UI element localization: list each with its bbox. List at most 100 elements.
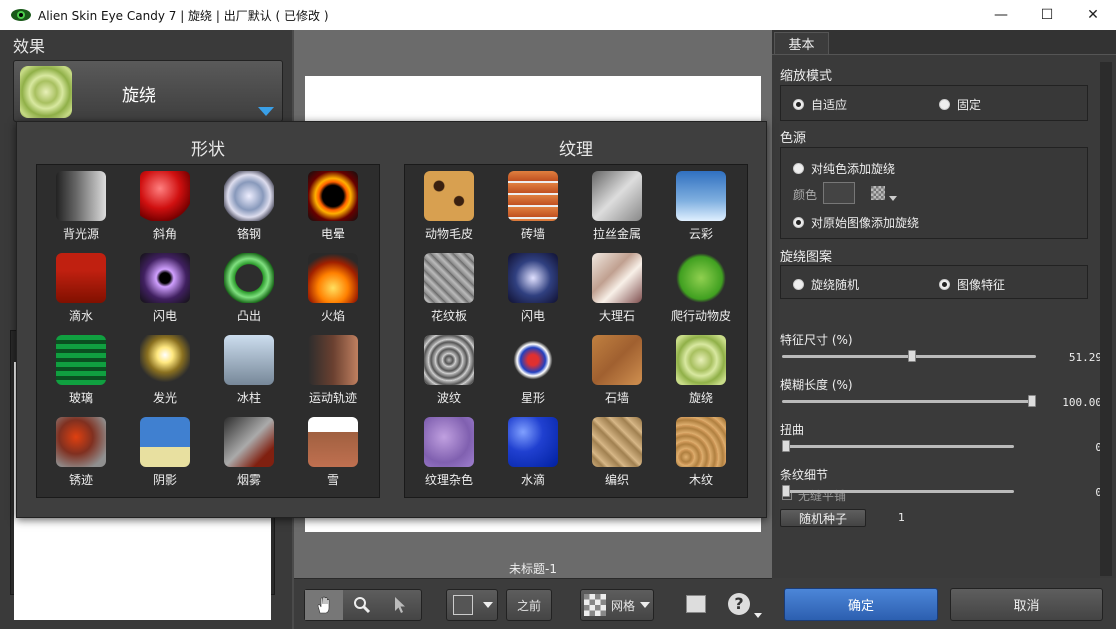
shape-item[interactable]: 发光 (124, 329, 206, 411)
help-chevron-icon[interactable] (754, 613, 762, 618)
texture-item[interactable]: 砖墙 (492, 165, 574, 247)
shape-item[interactable]: 凸出 (208, 247, 290, 329)
chevron-down-icon[interactable] (640, 602, 651, 608)
ok-button[interactable]: 确定 (784, 588, 938, 621)
maximize-button[interactable]: ☐ (1024, 0, 1070, 30)
shape-item[interactable]: 冰柱 (208, 329, 290, 411)
reptile-skin-icon (676, 253, 726, 303)
texture-item[interactable]: 大理石 (576, 247, 658, 329)
chevron-down-icon[interactable] (889, 196, 897, 201)
slider-thumb[interactable] (1028, 395, 1036, 407)
radio-swirl-random[interactable]: 旋绕随机 (793, 276, 859, 293)
radio-fixed[interactable]: 固定 (939, 96, 981, 113)
slider-track[interactable] (782, 445, 1014, 448)
texture-item[interactable]: 纹理杂色 (408, 411, 490, 493)
weave-icon (592, 417, 642, 467)
tab-basic[interactable]: 基本 (774, 32, 829, 54)
radio-dot (793, 99, 804, 110)
zoom-tool-icon[interactable] (343, 590, 381, 620)
chevron-down-icon[interactable] (483, 602, 493, 608)
document-title: 未标题-1 (509, 562, 557, 576)
water-drops-icon (508, 417, 558, 467)
radio-fit[interactable]: 自适应 (793, 96, 847, 113)
shape-item[interactable]: 火焰 (292, 247, 374, 329)
color-swatch[interactable] (823, 182, 855, 204)
texture-item[interactable]: 编织 (576, 411, 658, 493)
random-seed-button[interactable]: 随机种子 (780, 509, 866, 527)
shapes-title: 形状 (191, 140, 225, 160)
animal-fur-icon (424, 171, 474, 221)
texture-item-label: 旋绕 (688, 391, 713, 405)
grid-checker-icon (584, 594, 606, 616)
shape-item[interactable]: 烟雾 (208, 411, 290, 493)
effect-selector[interactable]: 旋绕 (13, 60, 283, 122)
smoke-icon (224, 417, 274, 467)
background-swatch[interactable] (453, 595, 473, 615)
slider-track[interactable] (782, 400, 1036, 403)
texture-item-label: 拉丝金属 (592, 227, 641, 241)
shape-item[interactable]: 雪 (292, 411, 374, 493)
shape-item[interactable]: 斜角 (124, 165, 206, 247)
color-label: 颜色 (793, 188, 818, 202)
texture-item[interactable]: 云彩 (660, 165, 742, 247)
extrude-icon (224, 253, 274, 303)
texture-item[interactable]: 拉丝金属 (576, 165, 658, 247)
texture-item[interactable]: 波纹 (408, 329, 490, 411)
radio-image-feature[interactable]: 图像特征 (939, 276, 1005, 293)
shape-item-label: 滴水 (68, 309, 93, 323)
shape-item-label: 阴影 (152, 473, 177, 487)
shape-item[interactable]: 闪电 (124, 247, 206, 329)
before-button[interactable]: 之前 (506, 589, 552, 621)
texture-item-label: 木纹 (688, 473, 713, 487)
radio-fit-label: 自适应 (811, 98, 848, 112)
grid-selector[interactable]: 网格 (580, 589, 654, 621)
slider-thumb[interactable] (782, 440, 790, 452)
texture-item[interactable]: 花纹板 (408, 247, 490, 329)
shape-item[interactable]: 铬钢 (208, 165, 290, 247)
shape-item[interactable]: 电晕 (292, 165, 374, 247)
close-button[interactable]: ✕ (1070, 0, 1116, 30)
texture-item[interactable]: 木纹 (660, 411, 742, 493)
texture-item[interactable]: 闪电 (492, 247, 574, 329)
shape-item[interactable]: 锈迹 (40, 411, 122, 493)
texture-item[interactable]: 爬行动物皮 (660, 247, 742, 329)
texture-item[interactable]: 石墙 (576, 329, 658, 411)
pointer-tool-icon[interactable] (381, 590, 419, 620)
texture-item-label: 动物毛皮 (424, 227, 473, 241)
palette-icon[interactable] (871, 186, 885, 200)
texture-item-label: 花纹板 (430, 309, 467, 323)
radio-original-image[interactable]: 对原始图像添加旋绕 (793, 214, 919, 231)
dropdown-triangle-icon[interactable] (258, 107, 274, 116)
texture-item[interactable]: 星形 (492, 329, 574, 411)
settings-scrollbar[interactable] (1100, 62, 1112, 576)
settings-body: 缩放模式 自适应 固定 色源 对纯色添加旋绕 颜色 对原始图像添加旋绕 旋绕图案… (772, 54, 1116, 578)
eye-app-icon (10, 8, 32, 22)
shape-item-label: 背光源 (62, 227, 99, 241)
shape-item[interactable]: 滴水 (40, 247, 122, 329)
radio-solid-color[interactable]: 对纯色添加旋绕 (793, 160, 895, 177)
cancel-button[interactable]: 取消 (950, 588, 1103, 621)
layout-icon[interactable] (686, 595, 706, 613)
effects-popup: 形状 纹理 背光源 斜角 铬钢 电晕 滴水 闪电 凸出 火焰 玻璃 发光 冰柱 运动轨迹 锈迹 阴影 烟雾 雪… (16, 121, 767, 518)
slider-thumb[interactable] (782, 485, 790, 497)
icicles-icon (224, 335, 274, 385)
slider-thumb[interactable] (908, 350, 917, 362)
hand-tool-icon[interactable] (305, 590, 343, 620)
shape-item[interactable]: 阴影 (124, 411, 206, 493)
texture-item-label: 纹理杂色 (424, 473, 473, 487)
radio-dot (793, 163, 804, 174)
texture-item[interactable]: 旋绕 (660, 329, 742, 411)
radio-dot (939, 279, 950, 290)
shape-item[interactable]: 玻璃 (40, 329, 122, 411)
texture-item[interactable]: 动物毛皮 (408, 165, 490, 247)
minimize-button[interactable]: — (978, 0, 1024, 30)
shape-item[interactable]: 背光源 (40, 165, 122, 247)
shape-item-label: 发光 (152, 391, 177, 405)
texture-item-label: 波纹 (436, 391, 461, 405)
texture-item[interactable]: 水滴 (492, 411, 574, 493)
help-icon[interactable]: ? (728, 593, 750, 615)
background-color-selector[interactable] (446, 589, 498, 621)
slider-track[interactable] (782, 490, 1014, 493)
textures-title: 纹理 (559, 140, 593, 160)
shape-item[interactable]: 运动轨迹 (292, 329, 374, 411)
